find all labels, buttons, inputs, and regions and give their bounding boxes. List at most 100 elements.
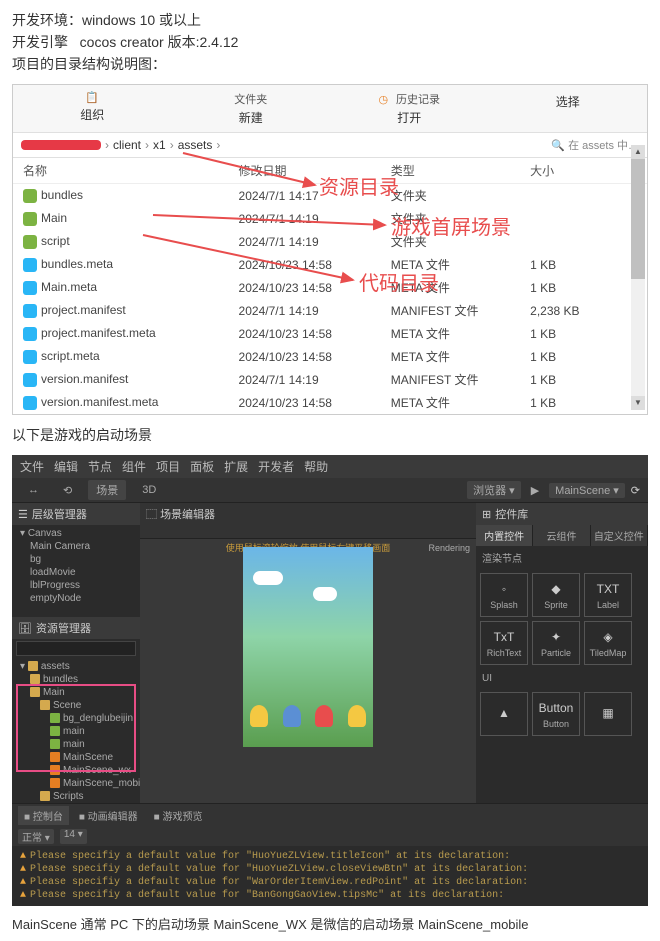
table-row[interactable]: Main2024/7/1 14:19文件夹 — [13, 207, 647, 230]
scroll-thumb[interactable] — [631, 159, 645, 279]
menu-item[interactable]: 面板 — [190, 458, 214, 475]
tb-open[interactable]: ◷历史记录打开 — [330, 89, 489, 128]
hierarchy-item[interactable]: loadMovie — [12, 566, 140, 579]
hierarchy-header: ☰层级管理器 — [12, 503, 140, 525]
menu-item[interactable]: 开发者 — [258, 458, 294, 475]
menu-item[interactable]: 扩展 — [224, 458, 248, 475]
search-box[interactable]: 🔍 在 assets 中… — [551, 137, 639, 153]
breadcrumb[interactable]: ›client ›x1 ›assets › 🔍 在 assets 中… — [13, 133, 647, 158]
scroll-up-icon[interactable]: ▲ — [631, 145, 645, 159]
file-icon — [23, 396, 37, 410]
comp-item[interactable]: ◈TiledMap — [584, 621, 632, 665]
scene-dd[interactable]: MainScene ▾ — [549, 483, 625, 498]
scene-editor-header: ⬚ 场景编辑器 — [140, 503, 476, 525]
col-name[interactable]: 名称 — [13, 158, 229, 184]
asset-item[interactable]: MainScene_mobile — [12, 777, 140, 790]
menu-item[interactable]: 项目 — [156, 458, 180, 475]
file-icon — [23, 212, 37, 226]
scroll-down-icon[interactable]: ▼ — [631, 396, 645, 410]
comp-tab[interactable]: 内置控件 — [476, 525, 533, 546]
comp-icon: ◆ — [547, 580, 565, 598]
comp-tab[interactable]: 云组件 — [533, 525, 590, 546]
menu-item[interactable]: 节点 — [88, 458, 112, 475]
table-row[interactable]: Main.meta2024/10/23 14:58META 文件1 KB — [13, 276, 647, 299]
move-tool-icon[interactable]: ↔ — [20, 482, 47, 498]
redacted-path — [21, 140, 101, 150]
game-canvas[interactable] — [243, 547, 373, 747]
asset-item[interactable]: bg_denglubeijin — [12, 712, 140, 725]
table-row[interactable]: version.manifest.meta2024/10/23 14:58MET… — [13, 391, 647, 414]
file-icon — [23, 373, 37, 387]
comp-item[interactable]: ◆Sprite — [532, 573, 580, 617]
asset-item[interactable]: Main — [12, 686, 140, 699]
warn-icon: ▲ — [20, 890, 26, 901]
tb-new[interactable]: 文件夹新建 — [172, 89, 331, 128]
comp-item[interactable]: ▦ — [584, 692, 632, 736]
comp-item[interactable]: ButtonButton — [532, 692, 580, 736]
table-row[interactable]: script2024/7/1 14:19文件夹 — [13, 230, 647, 253]
table-row[interactable]: project.manifest2024/7/1 14:19MANIFEST 文… — [13, 299, 647, 322]
tl-mode[interactable]: 正常 ▾ — [18, 829, 54, 844]
folder-icon — [30, 687, 40, 697]
hierarchy-item[interactable]: emptyNode — [12, 592, 140, 605]
browser-dd[interactable]: 浏览器 ▾ — [467, 481, 521, 499]
comp-item[interactable]: ▲ — [480, 692, 528, 736]
scene-icon — [50, 778, 60, 788]
asset-item[interactable]: MainScene_wx — [12, 764, 140, 777]
table-row[interactable]: script.meta2024/10/23 14:58META 文件1 KB — [13, 345, 647, 368]
file-icon — [23, 304, 37, 318]
tab-3d[interactable]: 3D — [134, 482, 164, 498]
asset-item[interactable]: Scripts — [12, 790, 140, 803]
file-icon — [23, 189, 37, 203]
comp-item[interactable]: ✦Particle — [532, 621, 580, 665]
tab-scene[interactable]: 场景 — [88, 480, 126, 500]
asset-item[interactable]: main — [12, 738, 140, 751]
tb-org[interactable]: 📋组织 — [13, 89, 172, 128]
col-type[interactable]: 类型 — [381, 158, 520, 184]
bottom-tab[interactable]: ■ 游戏预览 — [148, 806, 209, 825]
comp-icon: TXT — [599, 580, 617, 598]
hierarchy-item[interactable]: bg — [12, 553, 140, 566]
scrollbar[interactable]: ▲ ▼ — [631, 145, 645, 410]
folder-icon — [40, 700, 50, 710]
doc-structure: 项目的目录结构说明图： — [12, 54, 648, 74]
asset-item[interactable]: Scene — [12, 699, 140, 712]
menu-item[interactable]: 帮助 — [304, 458, 328, 475]
assets-search[interactable] — [16, 641, 136, 656]
folder-icon — [40, 791, 50, 801]
comp-tab[interactable]: 自定义控件 — [591, 525, 648, 546]
img-icon — [50, 726, 60, 736]
col-size[interactable]: 大小 — [520, 158, 647, 184]
comp-item[interactable]: ◦Splash — [480, 573, 528, 617]
file-icon — [23, 281, 37, 295]
asset-item[interactable]: bundles — [12, 673, 140, 686]
log-line: ▲Please specifiy a default value for "Ba… — [20, 889, 640, 902]
table-row[interactable]: version.manifest2024/7/1 14:19MANIFEST 文… — [13, 368, 647, 391]
comp-item[interactable]: TxTRichText — [480, 621, 528, 665]
refresh-icon[interactable]: ⟳ — [631, 484, 640, 497]
tl-fps[interactable]: 14 ▾ — [60, 829, 87, 844]
file-icon — [23, 235, 37, 249]
comp-item[interactable]: TXTLabel — [584, 573, 632, 617]
copy-icon: 📋 — [85, 91, 99, 104]
menu-item[interactable]: 文件 — [20, 458, 44, 475]
menu-item[interactable]: 组件 — [122, 458, 146, 475]
play-icon[interactable]: ▶ — [527, 484, 543, 497]
table-row[interactable]: project.manifest.meta2024/10/23 14:58MET… — [13, 322, 647, 345]
tb-select[interactable]: 选择 — [489, 89, 648, 128]
ann-assets-dir: 资源目录 — [319, 171, 399, 200]
assets-root[interactable]: ▾ assets — [12, 660, 140, 673]
rotate-tool-icon[interactable]: ⟲ — [55, 482, 80, 499]
asset-item[interactable]: MainScene — [12, 751, 140, 764]
hierarchy-item[interactable]: Main Camera — [12, 540, 140, 553]
doc-env: 开发环境：windows 10 或以上 — [12, 10, 648, 30]
comp-icon: TxT — [495, 628, 513, 646]
bottom-tab[interactable]: ■ 控制台 — [18, 806, 69, 825]
asset-item[interactable]: main — [12, 725, 140, 738]
ann-script-dir: 代码目录 — [359, 267, 439, 296]
table-row[interactable]: bundles.meta2024/10/23 14:58META 文件1 KB — [13, 253, 647, 276]
menu-item[interactable]: 编辑 — [54, 458, 78, 475]
hierarchy-item[interactable]: lblProgress — [12, 579, 140, 592]
hierarchy-root[interactable]: ▾ Canvas — [12, 527, 140, 540]
bottom-tab[interactable]: ■ 动画编辑器 — [73, 806, 144, 825]
